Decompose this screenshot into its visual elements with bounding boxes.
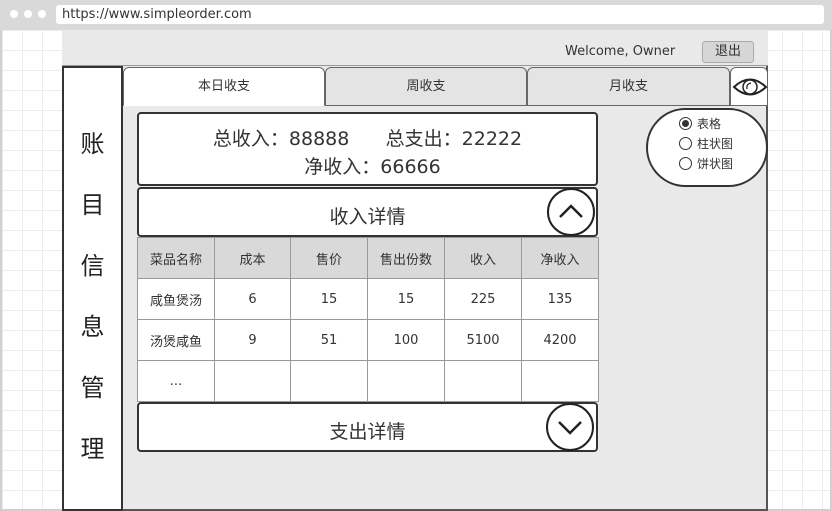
window-dot[interactable] xyxy=(24,10,32,18)
radio-icon[interactable] xyxy=(679,137,692,150)
table-row: 咸鱼煲汤 6 15 15 225 135 xyxy=(137,278,599,320)
expand-expense-button[interactable] xyxy=(546,403,594,451)
window-dot[interactable] xyxy=(38,10,46,18)
view-option-label: 饼状图 xyxy=(697,157,734,171)
table-cell: 9 xyxy=(214,319,291,361)
table-cell: 51 xyxy=(290,319,368,361)
table-cell xyxy=(444,360,522,402)
radio-icon[interactable] xyxy=(679,157,692,170)
eye-toggle-button[interactable] xyxy=(730,67,768,106)
table-row: ... xyxy=(137,360,599,402)
sidebar-title-char: 理 xyxy=(80,435,105,463)
income-details-header[interactable]: 收入详情 xyxy=(137,187,598,237)
chevron-down-icon xyxy=(558,421,582,435)
sidebar-title-char: 息 xyxy=(80,313,105,341)
table-cell: 100 xyxy=(367,319,445,361)
table-cell xyxy=(290,360,368,402)
sidebar: 账 目 信 息 管 理 xyxy=(62,66,123,511)
view-option-bar[interactable]: 柱状图 xyxy=(679,135,733,152)
sidebar-title-char: 账 xyxy=(80,130,105,158)
view-option-table[interactable]: 表格 xyxy=(679,115,721,132)
view-option-label: 柱状图 xyxy=(697,137,734,151)
collapse-income-button[interactable] xyxy=(547,188,595,236)
radio-selected-icon[interactable] xyxy=(679,117,692,130)
total-income-label: 总收入： xyxy=(212,128,289,150)
chevron-up-icon xyxy=(559,204,583,218)
summary-line-1: 总收入：88888 总支出：22222 xyxy=(139,124,596,151)
table-cell xyxy=(214,360,291,402)
logout-button[interactable]: 退出 xyxy=(702,41,754,63)
expense-details-header[interactable]: 支出详情 xyxy=(137,402,598,452)
table-cell: 15 xyxy=(290,278,368,320)
welcome-text: Welcome, Owner xyxy=(565,44,676,59)
column-header-net: 净收入 xyxy=(521,237,599,279)
table-cell xyxy=(521,360,599,402)
window-dot[interactable] xyxy=(10,10,18,18)
total-income-value: 88888 xyxy=(288,128,350,150)
table-cell: 咸鱼煲汤 xyxy=(137,278,215,320)
table-cell: 6 xyxy=(214,278,291,320)
sidebar-title-char: 信 xyxy=(80,252,105,280)
sidebar-title-char: 目 xyxy=(80,191,105,219)
tab-weekly[interactable]: 周收支 xyxy=(325,67,527,106)
column-header-price: 售价 xyxy=(290,237,368,279)
table-cell: 225 xyxy=(444,278,522,320)
window-controls xyxy=(10,10,46,18)
address-bar[interactable]: https://www.simpleorder.com xyxy=(56,5,824,24)
column-header-sold: 售出份数 xyxy=(367,237,445,279)
eye-icon xyxy=(732,78,768,96)
browser-toolbar: https://www.simpleorder.com xyxy=(0,0,832,30)
net-income-value: 66666 xyxy=(380,156,441,178)
table-cell: ... xyxy=(137,360,215,402)
view-option-pie[interactable]: 饼状图 xyxy=(679,155,733,172)
table-cell: 15 xyxy=(367,278,445,320)
net-income-label: 净收入： xyxy=(304,156,381,178)
table-cell xyxy=(367,360,445,402)
tab-daily[interactable]: 本日收支 xyxy=(123,67,325,106)
table-cell: 5100 xyxy=(444,319,522,361)
view-option-label: 表格 xyxy=(697,117,722,131)
summary-box: 总收入：88888 总支出：22222 净收入：66666 xyxy=(137,112,598,186)
table-cell: 4200 xyxy=(521,319,599,361)
column-header-dish: 菜品名称 xyxy=(137,237,215,279)
tab-monthly[interactable]: 月收支 xyxy=(527,67,730,106)
table-cell: 135 xyxy=(521,278,599,320)
view-options-panel: 表格 柱状图 饼状图 xyxy=(646,108,768,187)
table-header-row: 菜品名称 成本 售价 售出份数 收入 净收入 xyxy=(137,237,599,279)
income-details-title: 收入详情 xyxy=(329,206,406,228)
table-cell: 汤煲咸鱼 xyxy=(137,319,215,361)
total-expense-value: 22222 xyxy=(461,128,523,150)
income-table: 菜品名称 成本 售价 售出份数 收入 净收入 咸鱼煲汤 6 15 15 225 … xyxy=(137,237,599,402)
column-header-income: 收入 xyxy=(444,237,522,279)
column-header-cost: 成本 xyxy=(214,237,291,279)
summary-line-2: 净收入：66666 xyxy=(139,152,596,179)
table-row: 汤煲咸鱼 9 51 100 5100 4200 xyxy=(137,319,599,361)
sidebar-title-char: 管 xyxy=(80,374,105,402)
expense-details-title: 支出详情 xyxy=(329,421,406,443)
total-expense-label: 总支出： xyxy=(385,128,462,150)
